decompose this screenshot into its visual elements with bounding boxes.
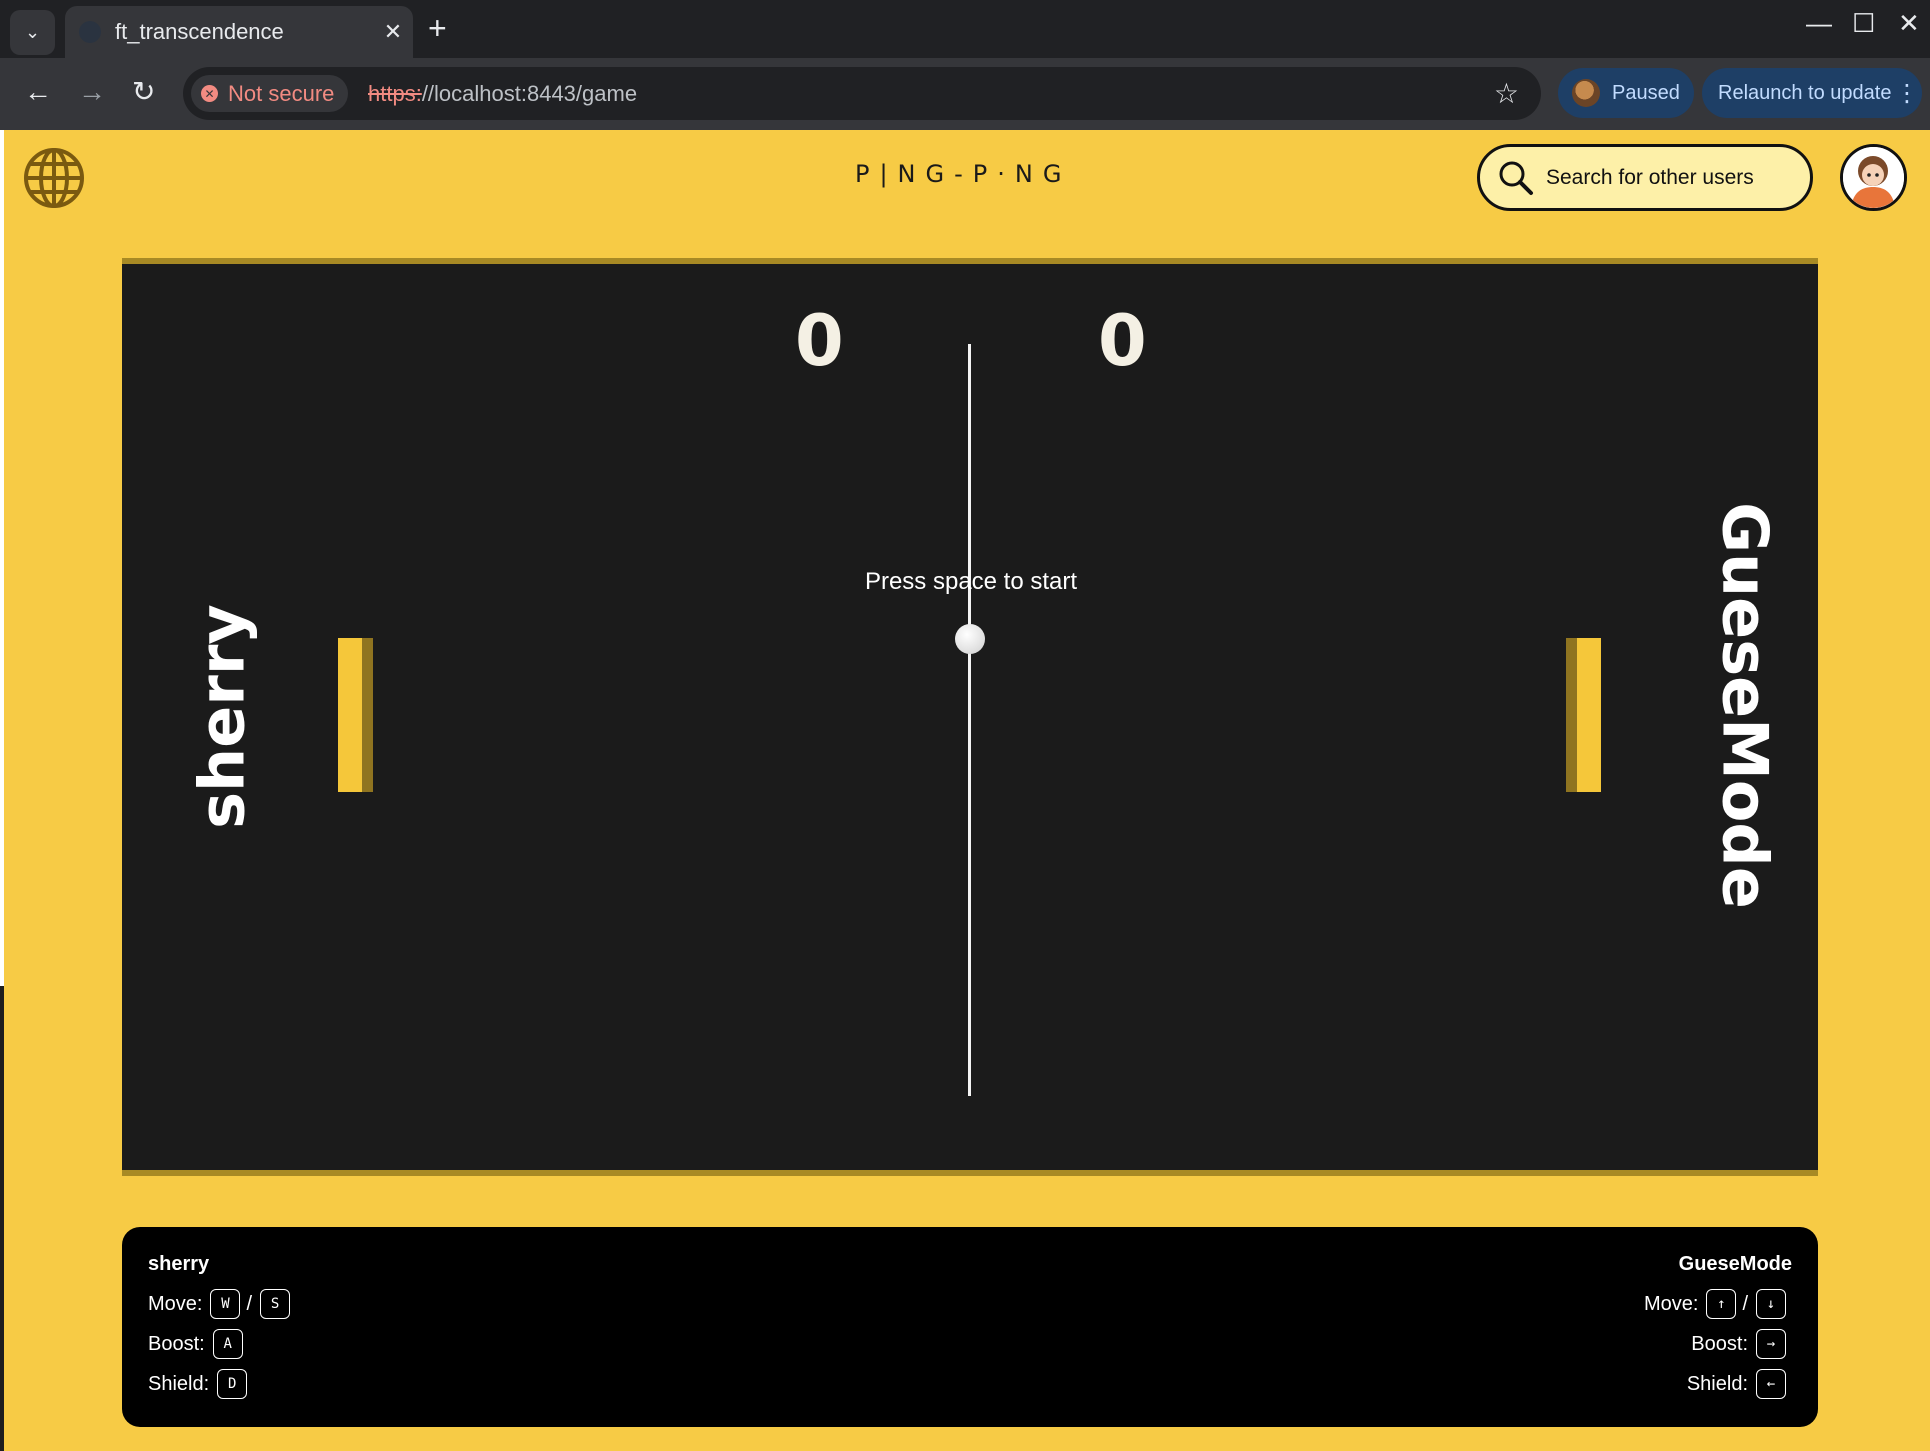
new-tab-icon[interactable]: + bbox=[428, 10, 447, 46]
key-separator: / bbox=[246, 1292, 253, 1315]
forward-arrow-icon[interactable]: → bbox=[78, 74, 106, 110]
tab-title: ft_transcendence bbox=[115, 19, 284, 44]
score-left: 0 bbox=[795, 300, 844, 382]
controls-left-name: sherry bbox=[148, 1253, 210, 1275]
shield-label: Shield: bbox=[1686, 1372, 1748, 1395]
user-search-bar[interactable]: Search for other users bbox=[1477, 144, 1813, 211]
profile-status: Paused bbox=[1612, 81, 1680, 104]
paddle-left-side bbox=[362, 638, 373, 792]
app-logo[interactable]: P|NG-P·NG bbox=[855, 160, 1071, 188]
boost-row: Boost: A bbox=[148, 1324, 296, 1364]
reload-icon[interactable]: ↻ bbox=[132, 74, 155, 110]
url-text[interactable]: https://localhost:8443/game bbox=[368, 81, 637, 107]
key-s: S bbox=[260, 1289, 291, 1319]
window-close-icon[interactable]: ✕ bbox=[1898, 8, 1920, 39]
back-arrow-icon[interactable]: ← bbox=[24, 74, 52, 110]
security-chip[interactable]: ✕ Not secure bbox=[191, 75, 349, 112]
key-arrow-up: ↑ bbox=[1706, 1289, 1737, 1319]
ball bbox=[955, 624, 985, 654]
security-label: Not secure bbox=[228, 80, 335, 106]
paddle-left-face bbox=[338, 638, 362, 792]
not-secure-icon: ✕ bbox=[201, 85, 218, 102]
address-bar[interactable]: ✕ Not secure https://localhost:8443/game… bbox=[183, 67, 1541, 120]
browser-tabbar: ⌄ ft_transcendence ✕ + — ☐ ✕ bbox=[0, 0, 1930, 58]
tab-favicon-icon bbox=[79, 21, 101, 43]
paddle-right-side bbox=[1566, 638, 1577, 792]
shield-label: Shield: bbox=[148, 1372, 210, 1395]
tab-search-chevron-icon[interactable]: ⌄ bbox=[10, 10, 55, 55]
shield-row: Shield: ← bbox=[1644, 1364, 1792, 1404]
profile-button[interactable]: Paused bbox=[1558, 68, 1694, 118]
minimize-icon[interactable]: — bbox=[1806, 8, 1832, 39]
bookmark-star-icon[interactable]: ☆ bbox=[1494, 77, 1519, 110]
key-separator: / bbox=[1742, 1292, 1748, 1315]
key-arrow-right: → bbox=[1756, 1329, 1786, 1359]
key-d: D bbox=[217, 1369, 248, 1399]
boost-label: Boost: bbox=[148, 1332, 205, 1355]
menu-dots-icon[interactable]: ⋮ bbox=[1892, 79, 1922, 108]
shield-row: Shield: D bbox=[148, 1364, 296, 1404]
controls-left: sherry Move: W / S Boost: A Shield: D bbox=[148, 1253, 296, 1404]
edge-strip bbox=[0, 130, 4, 986]
key-arrow-left: ← bbox=[1756, 1369, 1786, 1399]
controls-right-name: GueseMode bbox=[1678, 1253, 1792, 1275]
boost-row: Boost: → bbox=[1644, 1324, 1792, 1364]
key-arrow-down: ↓ bbox=[1756, 1289, 1786, 1319]
search-icon bbox=[1499, 161, 1533, 195]
game-canvas[interactable]: 0 0 Press space to start sherry GueseMod… bbox=[122, 258, 1818, 1176]
key-w: W bbox=[210, 1289, 241, 1319]
relaunch-button[interactable]: Relaunch to update ⋮ bbox=[1702, 68, 1922, 118]
center-line bbox=[968, 344, 971, 1096]
paddle-right-face bbox=[1577, 638, 1601, 792]
user-avatar[interactable] bbox=[1840, 144, 1907, 211]
start-prompt: Press space to start bbox=[864, 568, 1078, 595]
maximize-icon[interactable]: ☐ bbox=[1852, 8, 1875, 39]
tab-close-icon[interactable]: ✕ bbox=[373, 19, 413, 45]
avatar-illustration-icon bbox=[1843, 147, 1904, 208]
browser-tab[interactable]: ft_transcendence ✕ bbox=[65, 6, 413, 58]
paddle-left bbox=[338, 638, 373, 792]
player-left-name: sherry bbox=[185, 604, 259, 829]
move-row: Move: ↑ / ↓ bbox=[1644, 1284, 1792, 1324]
boost-label: Boost: bbox=[1691, 1332, 1748, 1355]
controls-right: GueseMode Move: ↑ / ↓ Boost: → Shield: ← bbox=[1644, 1253, 1792, 1404]
paddle-right bbox=[1566, 638, 1601, 792]
search-placeholder: Search for other users bbox=[1546, 165, 1754, 189]
globe-icon[interactable] bbox=[22, 146, 86, 210]
controls-panel: sherry Move: W / S Boost: A Shield: D Gu… bbox=[122, 1227, 1818, 1427]
move-label: Move: bbox=[1643, 1292, 1699, 1315]
relaunch-label: Relaunch to update bbox=[1718, 81, 1892, 104]
url-path: //localhost:8443/game bbox=[421, 81, 638, 106]
profile-avatar-icon bbox=[1572, 79, 1600, 107]
score-right: 0 bbox=[1098, 300, 1147, 382]
key-a: A bbox=[212, 1329, 243, 1359]
edge-strip-dark bbox=[0, 986, 4, 1451]
page: P|NG-P·NG Search for other users 0 0 Pre… bbox=[0, 130, 1930, 1451]
move-label: Move: bbox=[148, 1292, 203, 1315]
move-row: Move: W / S bbox=[148, 1284, 296, 1324]
url-scheme: https: bbox=[368, 81, 422, 106]
player-right-name: GueseMode bbox=[1708, 502, 1782, 909]
browser-toolbar: ← → ↻ ✕ Not secure https://localhost:844… bbox=[0, 58, 1930, 130]
